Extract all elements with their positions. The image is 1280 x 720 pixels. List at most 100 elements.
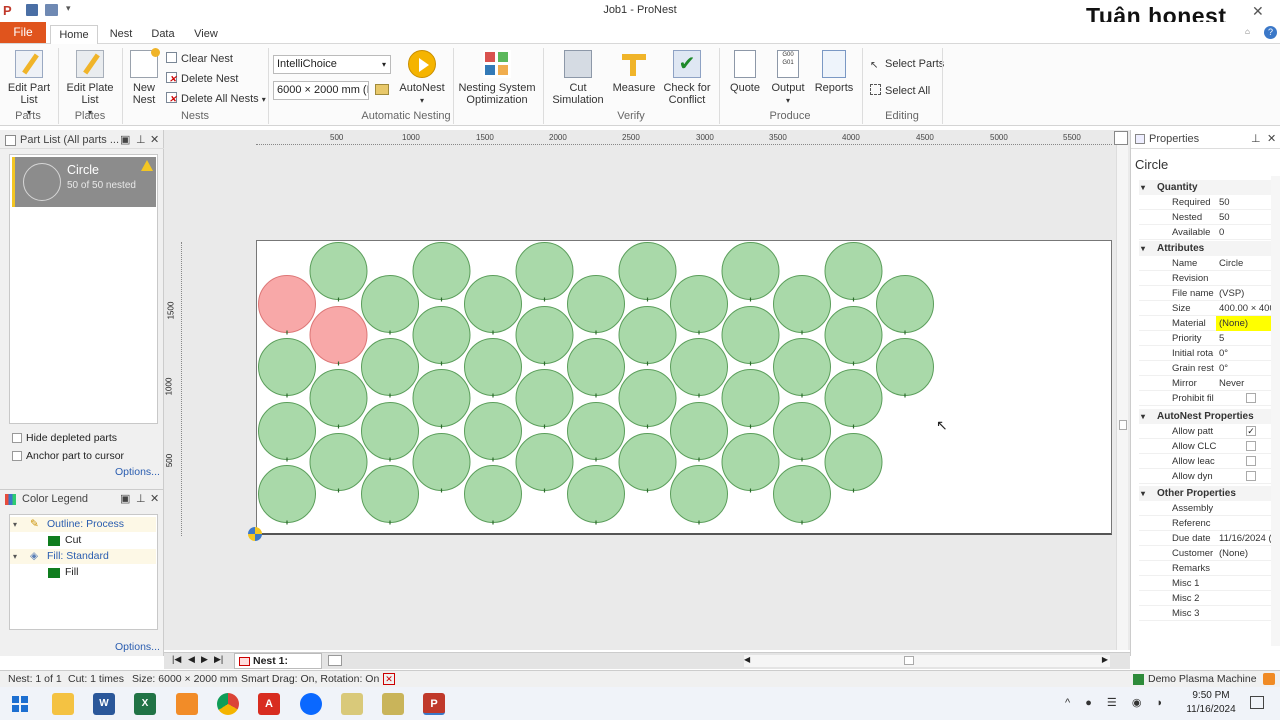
- circle-part[interactable]: [618, 369, 677, 427]
- nesting-system-optimization-button[interactable]: Nesting System Optimization: [458, 50, 536, 106]
- pane-menu-icon[interactable]: ▣: [120, 131, 130, 149]
- collapse-icon[interactable]: ▾: [1141, 409, 1145, 424]
- property-value[interactable]: 5: [1216, 331, 1271, 346]
- circle-part[interactable]: [824, 242, 883, 300]
- property-row[interactable]: Grain rest 0°: [1139, 361, 1271, 376]
- section-attributes[interactable]: ▾ Attributes: [1139, 241, 1271, 256]
- plate-browse-icon[interactable]: [375, 84, 389, 95]
- orange-app-icon[interactable]: [176, 693, 198, 715]
- new-nest-button[interactable]: New Nest: [126, 48, 162, 106]
- circle-part[interactable]: [567, 275, 625, 333]
- circle-part[interactable]: [258, 465, 316, 523]
- property-row[interactable]: Assembly: [1139, 501, 1271, 516]
- tree-node-cut[interactable]: Cut: [10, 533, 156, 548]
- collapse-icon[interactable]: ▾: [1141, 180, 1145, 195]
- delete-nest-button[interactable]: ✕ Delete Nest: [166, 71, 238, 87]
- property-value[interactable]: 0°: [1216, 346, 1271, 361]
- property-row[interactable]: Remarks: [1139, 561, 1271, 576]
- pronest-taskbar-icon[interactable]: P: [423, 693, 445, 715]
- clock-time[interactable]: 9:50 PM: [1191, 690, 1231, 701]
- property-row[interactable]: Available 0: [1139, 225, 1271, 240]
- circle-part[interactable]: [412, 306, 471, 364]
- circle-part[interactable]: [309, 242, 368, 300]
- measure-button[interactable]: Measure: [611, 50, 657, 94]
- collapse-icon[interactable]: ▾: [1141, 486, 1145, 501]
- word-icon[interactable]: W: [93, 693, 115, 715]
- property-row[interactable]: File name (VSP): [1139, 286, 1271, 301]
- prev-nest-icon[interactable]: ◀: [188, 654, 195, 665]
- circle-part[interactable]: [670, 338, 728, 396]
- property-row[interactable]: Initial rota 0°: [1139, 346, 1271, 361]
- circle-part[interactable]: [567, 338, 625, 396]
- circle-part[interactable]: [824, 369, 883, 427]
- circle-part[interactable]: [258, 338, 316, 396]
- circle-part[interactable]: [412, 242, 471, 300]
- property-row[interactable]: Allow patt ✓: [1139, 424, 1271, 439]
- tab-view[interactable]: View: [188, 25, 224, 45]
- circle-part[interactable]: [464, 402, 522, 460]
- circle-part[interactable]: [567, 402, 625, 460]
- nest-canvas[interactable]: [256, 240, 1112, 535]
- property-value[interactable]: 11/16/2024 (: [1216, 531, 1271, 546]
- tree-node-fill[interactable]: Fill: [10, 565, 156, 580]
- edit-plate-list-button[interactable]: Edit Plate List ▾: [64, 50, 116, 119]
- pin-icon[interactable]: ⊥: [136, 490, 146, 508]
- pin-icon[interactable]: ⊥: [136, 131, 146, 149]
- new-nest-tab-icon[interactable]: [328, 655, 342, 666]
- collapse-icon[interactable]: ▾: [13, 517, 17, 532]
- cad-app-icon[interactable]: [341, 693, 363, 715]
- select-parts-button[interactable]: ↖ Select Parts: [870, 56, 944, 72]
- status-machine[interactable]: Demo Plasma Machine: [1148, 671, 1257, 687]
- property-value[interactable]: 0: [1216, 225, 1271, 240]
- clear-nest-button[interactable]: Clear Nest: [166, 51, 233, 67]
- property-row[interactable]: Size 400.00 × 400: [1139, 301, 1271, 316]
- property-row[interactable]: Priority 5: [1139, 331, 1271, 346]
- circle-part[interactable]: [670, 402, 728, 460]
- cut-simulation-button[interactable]: Cut Simulation: [550, 50, 606, 106]
- circle-part[interactable]: [824, 306, 883, 364]
- windows-start-icon[interactable]: [12, 696, 28, 712]
- circle-part[interactable]: [618, 306, 677, 364]
- property-row[interactable]: Misc 1: [1139, 576, 1271, 591]
- tab-home[interactable]: Home: [50, 25, 98, 45]
- close-pane-icon[interactable]: ✕: [150, 131, 159, 149]
- property-value[interactable]: (None): [1216, 316, 1271, 331]
- circle-part[interactable]: [464, 465, 522, 523]
- help-icon[interactable]: ?: [1264, 26, 1277, 39]
- reports-button[interactable]: Reports: [813, 50, 855, 94]
- nest-workspace[interactable]: 500 1000 1500 2000 2500 3000 3500 4000 4500 5000 5…: [164, 130, 1130, 650]
- property-checkbox[interactable]: [1246, 441, 1256, 451]
- property-row[interactable]: Material (None): [1139, 316, 1271, 331]
- minimize-ribbon-icon[interactable]: ⌂: [1245, 27, 1250, 36]
- part-list-item[interactable]: Circle 50 of 50 nested: [12, 157, 156, 207]
- notification-icon[interactable]: [1250, 696, 1264, 709]
- rss-icon[interactable]: [1263, 673, 1275, 685]
- property-value[interactable]: Never: [1216, 376, 1271, 391]
- circle-part[interactable]: [721, 242, 780, 300]
- property-checkbox[interactable]: ✓: [1246, 426, 1256, 436]
- property-value[interactable]: 0°: [1216, 361, 1271, 376]
- hide-depleted-checkbox[interactable]: [12, 433, 22, 443]
- excel-icon[interactable]: X: [134, 693, 156, 715]
- check-for-conflict-button[interactable]: ✔ Check for Conflict: [661, 50, 713, 106]
- property-row[interactable]: Allow leac: [1139, 454, 1271, 469]
- edit-part-list-button[interactable]: Edit Part List ▾: [6, 50, 52, 119]
- first-nest-icon[interactable]: |◀: [172, 654, 181, 665]
- zoom-corner-icon[interactable]: [1114, 131, 1128, 145]
- horizontal-scrollbar[interactable]: ◀ ▶: [744, 655, 1110, 667]
- part-list-options-link[interactable]: Options...: [115, 466, 160, 478]
- circle-part[interactable]: [515, 433, 574, 491]
- autonest-button[interactable]: AutoNest ▾: [397, 50, 447, 107]
- property-row[interactable]: Allow dyn: [1139, 469, 1271, 484]
- circle-part[interactable]: [721, 369, 780, 427]
- tab-data[interactable]: Data: [146, 25, 180, 45]
- circle-part[interactable]: [670, 275, 728, 333]
- property-value[interactable]: 50: [1216, 210, 1271, 225]
- select-all-button[interactable]: Select All: [870, 83, 930, 99]
- property-row[interactable]: Due date 11/16/2024 (: [1139, 531, 1271, 546]
- output-button[interactable]: G00 G01 Output ▾: [768, 50, 808, 107]
- circle-part[interactable]: [361, 402, 419, 460]
- property-row[interactable]: Prohibit fil: [1139, 391, 1271, 406]
- section-quantity[interactable]: ▾ Quantity: [1139, 180, 1271, 195]
- circle-part[interactable]: [876, 338, 934, 396]
